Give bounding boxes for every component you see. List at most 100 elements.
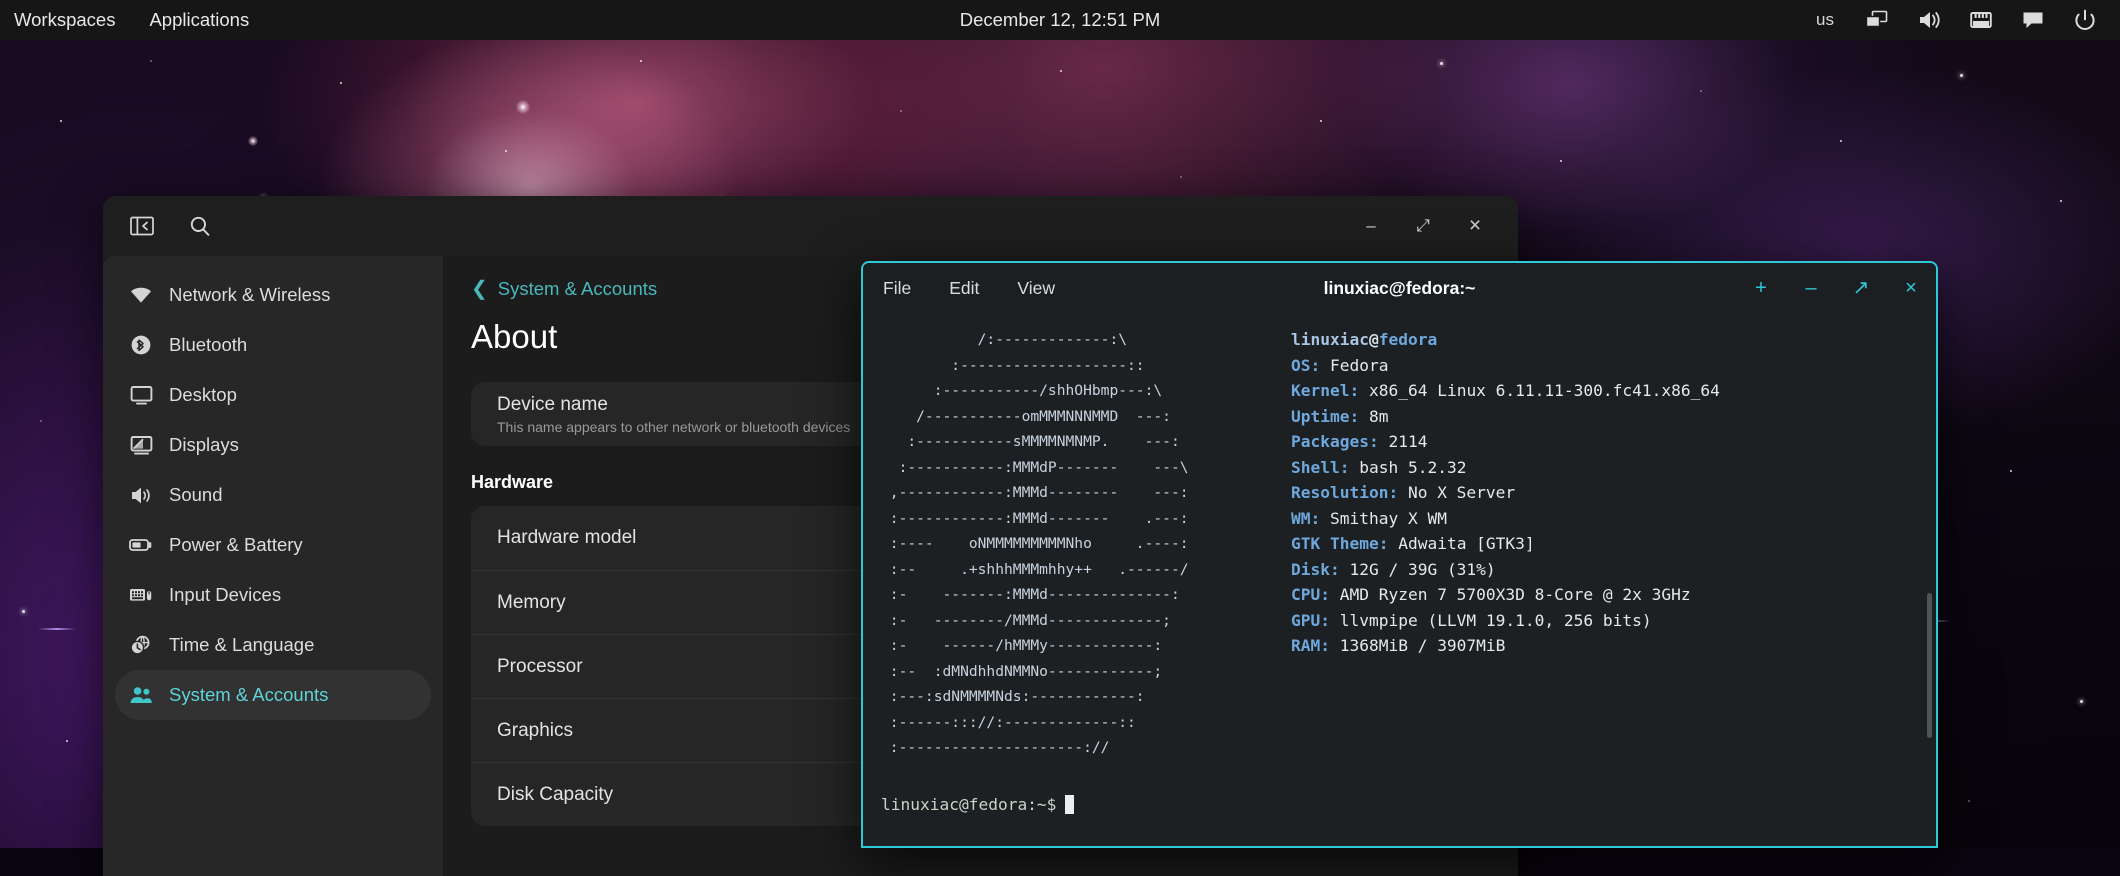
neofetch-value: Adwaita [GTK3]	[1398, 534, 1534, 553]
menu-file[interactable]: File	[883, 278, 911, 299]
breadcrumb-label[interactable]: System & Accounts	[498, 278, 657, 300]
neofetch-key: GPU:	[1291, 611, 1330, 630]
sidebar-item-desktop[interactable]: Desktop	[115, 370, 431, 420]
device-name-label: Device name	[497, 394, 850, 416]
sidebar-item-sound[interactable]: Sound	[115, 470, 431, 520]
settings-close-button[interactable]: ×	[1464, 214, 1486, 238]
sidebar-item-label: Network & Wireless	[169, 284, 330, 306]
row-label: Processor	[497, 656, 583, 678]
sidebar-item-label: Bluetooth	[169, 334, 247, 356]
sidebar-item-input-devices[interactable]: Input Devices	[115, 570, 431, 620]
settings-maximize-button[interactable]: ⤢	[1412, 216, 1434, 236]
neofetch-value: No X Server	[1408, 483, 1515, 502]
row-label: Disk Capacity	[497, 784, 613, 806]
menu-edit[interactable]: Edit	[949, 278, 979, 299]
neofetch-key: GTK Theme:	[1291, 534, 1388, 553]
clock[interactable]: December 12, 12:51 PM	[0, 9, 2120, 31]
search-icon[interactable]	[183, 209, 217, 243]
sidebar-item-label: Power & Battery	[169, 534, 303, 556]
terminal-window[interactable]: File Edit View linuxiac@fedora:~ + – ↗ ×…	[861, 261, 1938, 848]
new-tab-button[interactable]: +	[1752, 278, 1770, 298]
neofetch-value: llvmpipe (LLVM 19.1.0, 256 bits)	[1340, 611, 1652, 630]
terminal-minimize-button[interactable]: –	[1802, 278, 1820, 298]
clock-globe-icon	[129, 633, 153, 657]
terminal-close-button[interactable]: ×	[1902, 278, 1920, 298]
terminal-output-area[interactable]: /:-------------:\ :-------------------::…	[863, 313, 1936, 846]
chevron-left-icon[interactable]: ❮	[471, 279, 488, 299]
neofetch-row: Packages: 2114	[1291, 429, 1720, 455]
sidebar-item-time-language[interactable]: Time & Language	[115, 620, 431, 670]
neofetch-host: fedora	[1379, 330, 1437, 349]
neofetch-row: WM: Smithay X WM	[1291, 506, 1720, 532]
neofetch-row: RAM: 1368MiB / 3907MiB	[1291, 633, 1720, 659]
neofetch-value: bash 5.2.32	[1359, 458, 1466, 477]
bright-star	[248, 136, 258, 146]
settings-sidebar: Network & Wireless Bluetooth	[103, 256, 443, 876]
neofetch-value: Smithay X WM	[1330, 509, 1447, 528]
users-icon	[129, 683, 153, 707]
settings-minimize-button[interactable]: –	[1360, 216, 1382, 236]
keyboard-mouse-icon	[129, 583, 153, 607]
neofetch-value: 1368MiB / 3907MiB	[1340, 636, 1506, 655]
displays-icon	[129, 433, 153, 457]
sidebar-item-displays[interactable]: Displays	[115, 420, 431, 470]
neofetch-hostline: linuxiac@fedora	[1291, 327, 1720, 353]
neofetch-key: OS:	[1291, 356, 1320, 375]
neofetch-row: Resolution: No X Server	[1291, 480, 1720, 506]
neofetch-value: 8m	[1369, 407, 1389, 426]
terminal-maximize-button[interactable]: ↗	[1852, 278, 1870, 298]
neofetch-row: CPU: AMD Ryzen 7 5700X3D 8-Core @ 2x 3GH…	[1291, 582, 1720, 608]
sidebar-item-label: System & Accounts	[169, 684, 328, 706]
neofetch-row: Disk: 12G / 39G (31%)	[1291, 557, 1720, 583]
wifi-icon	[129, 283, 153, 307]
row-label: Hardware model	[497, 527, 636, 549]
neofetch-info-table: linuxiac@fedora OS: Fedora Kernel: x86_6…	[1285, 327, 1720, 761]
neofetch-key: Packages:	[1291, 432, 1379, 451]
neofetch-at: @	[1369, 330, 1379, 349]
neofetch-key: Resolution:	[1291, 483, 1398, 502]
sidebar-item-bluetooth[interactable]: Bluetooth	[115, 320, 431, 370]
menu-view[interactable]: View	[1017, 278, 1055, 299]
neofetch-key: RAM:	[1291, 636, 1330, 655]
sidebar-toggle-icon[interactable]	[125, 209, 159, 243]
sidebar-item-power-battery[interactable]: Power & Battery	[115, 520, 431, 570]
row-label: Graphics	[497, 720, 573, 742]
neofetch-output: /:-------------:\ :-------------------::…	[875, 327, 1936, 761]
sidebar-item-label: Input Devices	[169, 584, 281, 606]
sidebar-item-label: Sound	[169, 484, 223, 506]
neofetch-key: CPU:	[1291, 585, 1330, 604]
neofetch-row: OS: Fedora	[1291, 353, 1720, 379]
neofetch-row: Kernel: x86_64 Linux 6.11.11-300.fc41.x8…	[1291, 378, 1720, 404]
neofetch-key: Disk:	[1291, 560, 1340, 579]
sidebar-item-system-accounts[interactable]: System & Accounts	[115, 670, 431, 720]
neofetch-key: WM:	[1291, 509, 1320, 528]
neofetch-value: 12G / 39G (31%)	[1349, 560, 1495, 579]
device-name-description: This name appears to other network or bl…	[497, 419, 850, 435]
neofetch-row: GPU: llvmpipe (LLVM 19.1.0, 256 bits)	[1291, 608, 1720, 634]
text-cursor	[1065, 795, 1074, 814]
neofetch-row: GTK Theme: Adwaita [GTK3]	[1291, 531, 1720, 557]
battery-icon	[129, 533, 153, 557]
sidebar-item-label: Desktop	[169, 384, 237, 406]
terminal-scrollbar[interactable]	[1927, 593, 1932, 738]
speaker-icon	[129, 483, 153, 507]
neofetch-value: x86_64 Linux 6.11.11-300.fc41.x86_64	[1369, 381, 1720, 400]
light-streak	[38, 628, 76, 630]
neofetch-value: AMD Ryzen 7 5700X3D 8-Core @ 2x 3GHz	[1340, 585, 1691, 604]
shell-prompt[interactable]: linuxiac@fedora:~$	[881, 795, 1074, 814]
neofetch-key: Kernel:	[1291, 381, 1359, 400]
prompt-text: linuxiac@fedora:~$	[881, 795, 1056, 814]
neofetch-value: Fedora	[1330, 356, 1388, 375]
sidebar-item-label: Time & Language	[169, 634, 314, 656]
neofetch-key: Shell:	[1291, 458, 1349, 477]
sidebar-item-network-wireless[interactable]: Network & Wireless	[115, 270, 431, 320]
neofetch-value: 2114	[1388, 432, 1427, 451]
settings-titlebar: – ⤢ ×	[103, 196, 1518, 256]
bluetooth-icon	[129, 333, 153, 357]
neofetch-user: linuxiac	[1291, 330, 1369, 349]
neofetch-row: Uptime: 8m	[1291, 404, 1720, 430]
neofetch-row: Shell: bash 5.2.32	[1291, 455, 1720, 481]
monitor-icon	[129, 383, 153, 407]
terminal-titlebar[interactable]: File Edit View linuxiac@fedora:~ + – ↗ ×	[863, 263, 1936, 313]
row-label: Memory	[497, 592, 566, 614]
